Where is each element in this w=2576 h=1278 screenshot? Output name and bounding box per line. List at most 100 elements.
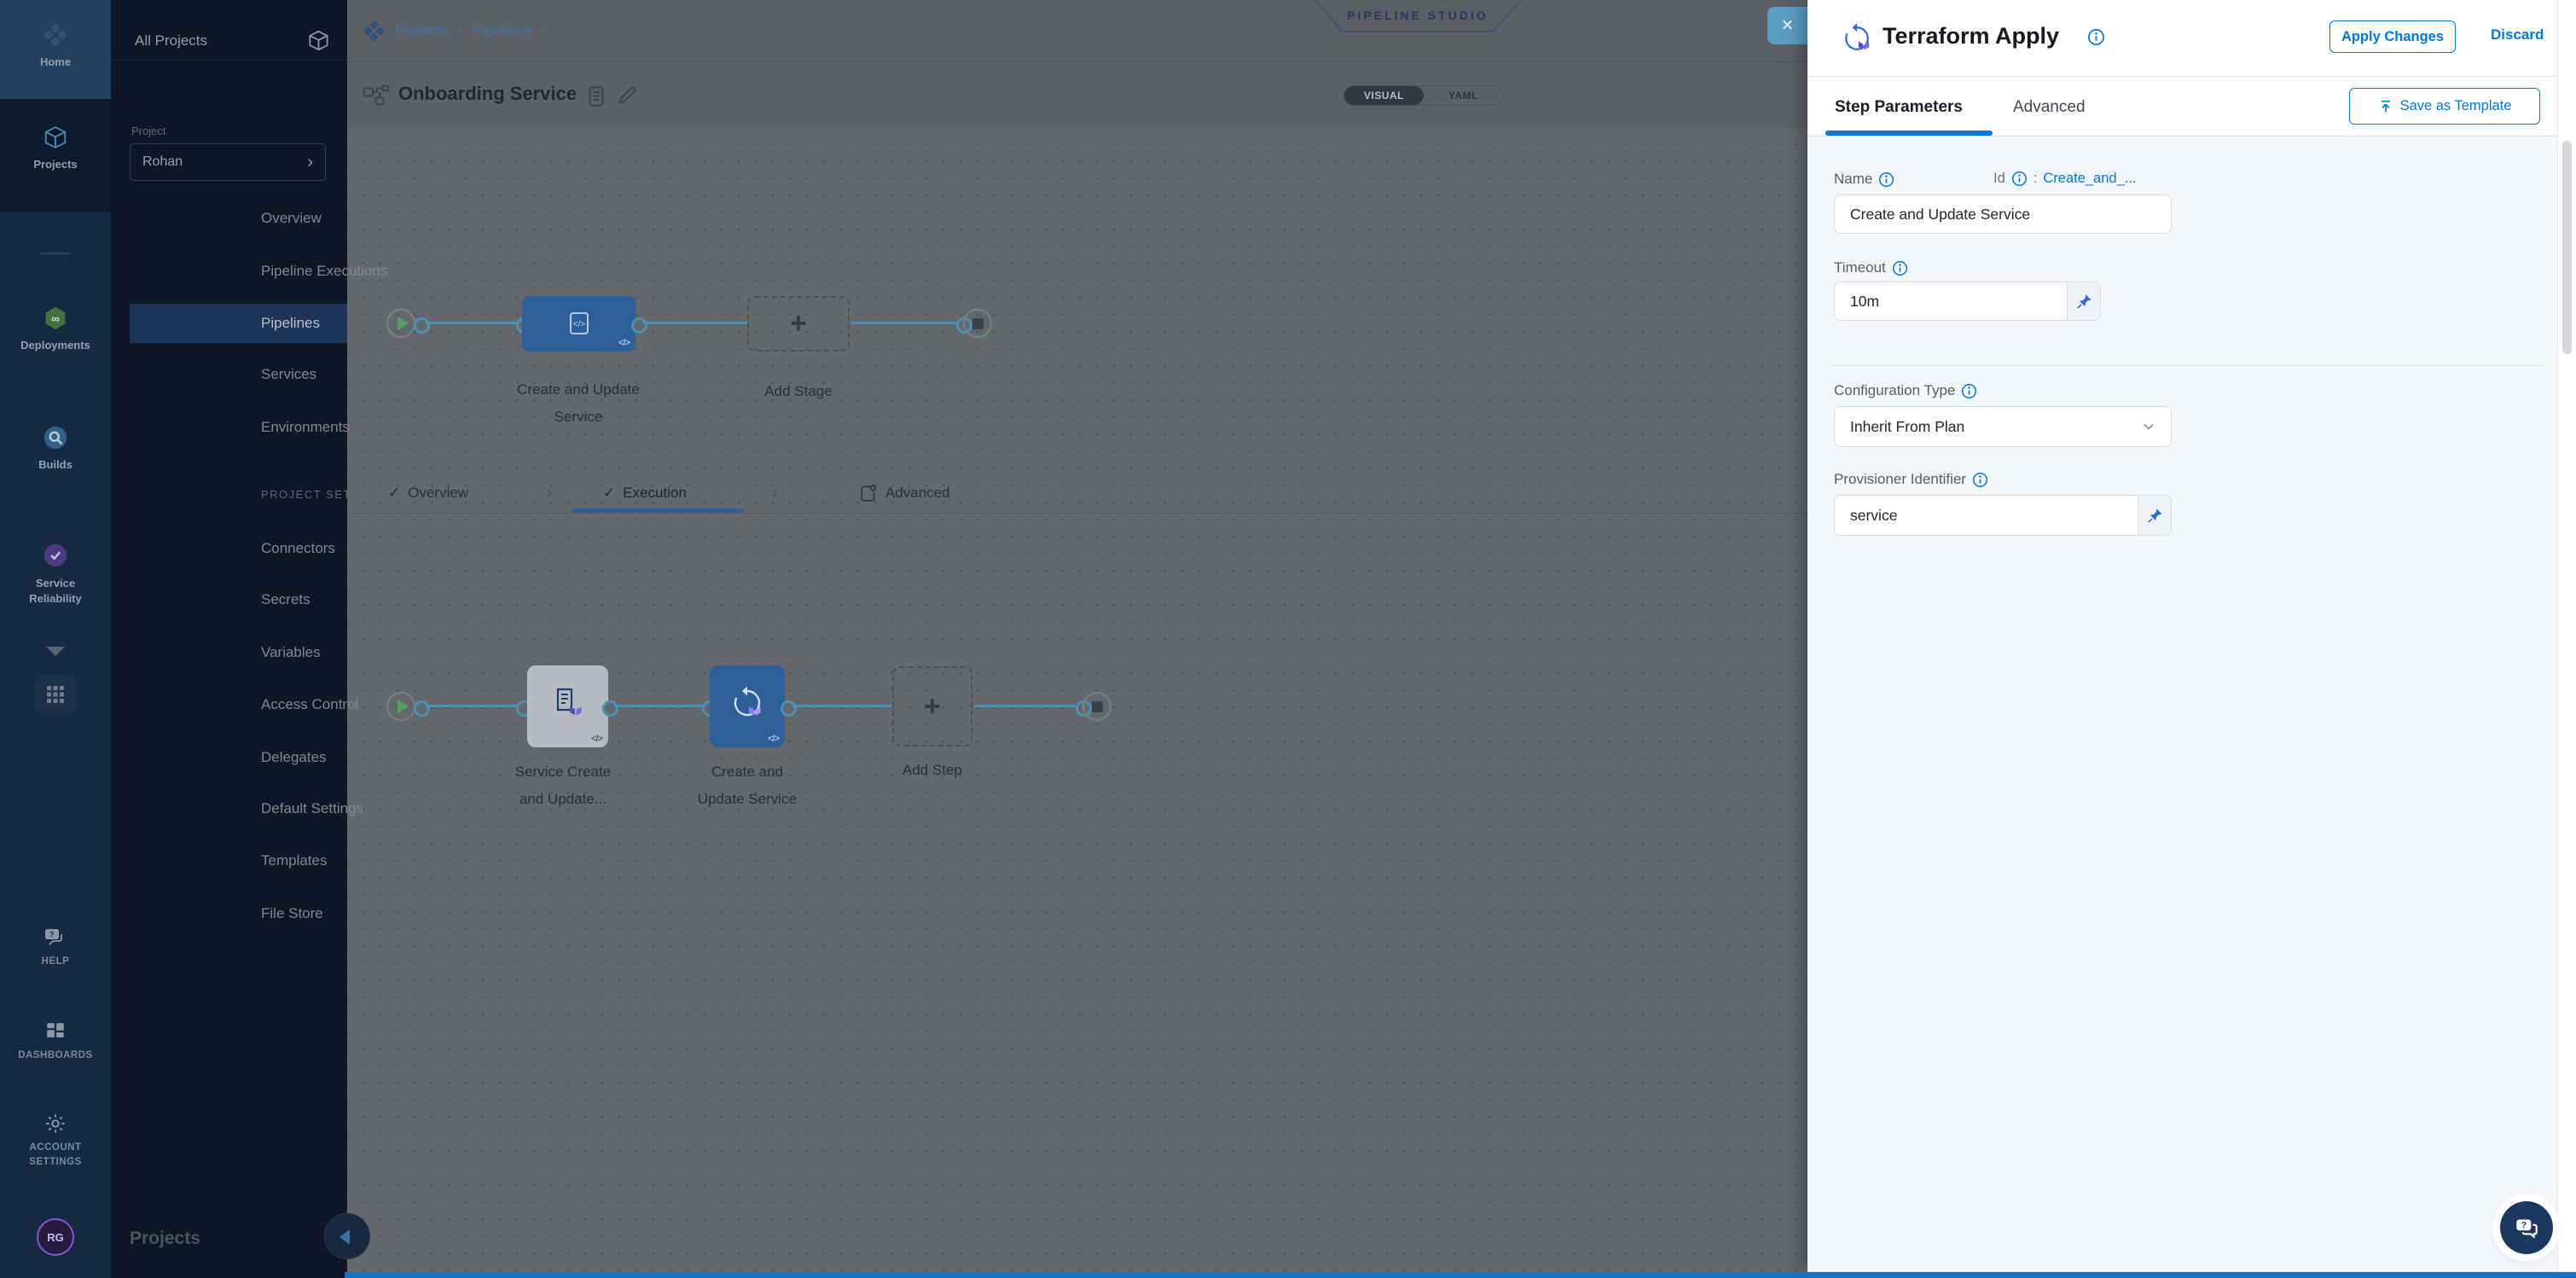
info-icon[interactable] [1878,171,1894,188]
connector-line [974,705,1076,707]
pipeline-studio-badge-label: PIPELINE STUDIO [1347,9,1488,22]
gear-icon [44,1112,67,1135]
sidebar-item-delegates[interactable]: Delegates [261,749,327,766]
grid-icon [46,685,65,704]
timeout-input[interactable] [1835,282,2067,320]
active-tab-underline [571,508,744,513]
sidebar-item-deployments[interactable]: ∞ Deployments [0,305,111,351]
sidebar-item-services[interactable]: Services [261,366,316,383]
help-chat-icon: ? [44,927,67,949]
step-id-value[interactable]: Create_and_... [2043,171,2136,187]
timeout-field-label: Timeout [1834,259,1908,276]
info-icon[interactable] [2087,28,2105,46]
sidebar-item-pipeline-executions[interactable]: Pipeline Executions [261,263,387,280]
pin-icon [2147,508,2163,524]
provisioner-field [1834,495,2172,536]
tab-execution[interactable]: ✓ Execution [603,473,687,513]
drawer-header: Terraform Apply Apply Changes Discard [1807,0,2576,77]
sidebar-collapse-handle[interactable] [324,1213,370,1259]
add-step-button[interactable]: + [892,666,972,746]
step-id-row: Id : Create_and_... [1993,171,2137,187]
sidebar-item-service-reliability[interactable]: Service Reliability [0,543,111,606]
sidebar-item-home[interactable]: Home [0,22,111,68]
stage-node-label: Create and Update Service [510,376,647,431]
connector-line [426,322,522,324]
project-label: Project [131,125,165,137]
add-stage-button[interactable]: + [747,296,850,351]
all-projects-link[interactable]: All Projects [135,32,207,49]
sidebar-item-account-settings[interactable]: ACCOUNT SETTINGS [0,1112,111,1171]
sidebar-item-environments[interactable]: Environments [261,419,350,436]
rail-builds-label: Builds [38,458,73,471]
avatar[interactable]: RG [37,1218,74,1256]
step-node-terraform-apply[interactable]: </> [710,665,785,747]
discard-button[interactable]: Discard [2491,26,2544,44]
execution-end-node[interactable] [1082,692,1111,721]
info-icon[interactable] [2011,171,2028,187]
pipeline-start-node[interactable] [386,309,415,338]
close-drawer-button[interactable]: × [1767,7,1807,44]
runtime-input-pin-button[interactable] [2138,496,2171,535]
nav-rail: Home Projects ∞ Deployments Builds [0,0,111,1278]
dashboards-icon [44,1020,67,1043]
plus-icon: + [924,690,941,723]
sidebar-item-default-settings[interactable]: Default Settings [261,800,363,817]
project-box-icon[interactable] [307,29,330,52]
apply-changes-button[interactable]: Apply Changes [2329,20,2456,53]
toggle-yaml[interactable]: YAML [1424,86,1503,105]
execution-start-node[interactable] [386,692,415,721]
collapse-arrow-icon [339,1229,350,1245]
link-ring [414,700,430,717]
runtime-input-pin-button[interactable] [2067,282,2100,320]
rail-deployments-label: Deployments [20,339,90,351]
notes-icon[interactable] [588,85,605,107]
sidebar-item-connectors[interactable]: Connectors [261,540,335,557]
connector-line [792,705,892,707]
edit-pencil-icon[interactable] [617,85,637,106]
provisioner-input[interactable] [1835,496,2138,535]
tab-overview-label: Overview [408,485,468,502]
toggle-visual[interactable]: VISUAL [1344,86,1424,105]
svg-text:?: ? [49,931,55,939]
sidebar-item-file-store[interactable]: File Store [261,905,323,922]
yaml-badge: </> [768,734,779,744]
stage-tab-strip: ✓ Overview › ✓ Execution › Advanced [347,473,1807,514]
breadcrumb-projects-link[interactable]: Projects [395,22,447,39]
tab-advanced[interactable]: Advanced [2013,98,2086,117]
module-grid-button[interactable] [35,674,76,715]
connector-line [643,322,747,324]
pipeline-end-node[interactable] [963,309,992,338]
breadcrumb-pipelines-link[interactable]: Pipelines [473,22,531,39]
project-setup-heading: PROJECT SETUP [261,488,369,501]
sidebar-item-pipelines[interactable]: Pipelines [261,315,320,332]
tab-step-parameters[interactable]: Step Parameters [1835,98,1963,117]
chevron-down-icon[interactable] [46,647,65,656]
chevron-right-icon: › [542,22,547,39]
sidebar-item-help[interactable]: ? HELP [0,927,111,969]
sidebar-item-access-control[interactable]: Access Control [261,696,358,713]
sidebar-item-builds[interactable]: Builds [0,425,111,471]
sidebar-item-projects[interactable]: Projects [0,125,111,171]
save-as-template-button[interactable]: Save as Template [2349,88,2540,125]
name-input[interactable] [1834,195,2172,234]
sidebar-item-pipelines-highlight[interactable]: Pipelines [130,304,347,343]
info-icon[interactable] [1972,472,1988,488]
tab-overview[interactable]: ✓ Overview [388,473,468,513]
step-node-terraform-plan[interactable]: </> [527,665,608,747]
sidebar-item-dashboards[interactable]: DASHBOARDS [0,1020,111,1063]
project-selector[interactable]: Rohan › [130,143,326,181]
sidebar-item-secrets[interactable]: Secrets [261,591,310,608]
scrollbar-track[interactable] [2557,0,2576,1272]
info-icon[interactable] [1892,260,1908,276]
stage-node-create-and-update-service[interactable]: </> </> [522,296,635,351]
check-icon: ✓ [388,485,400,502]
tab-advanced[interactable]: Advanced [859,473,950,513]
sidebar-item-overview[interactable]: Overview [261,210,322,227]
info-icon[interactable] [1961,383,1977,399]
sidebar-item-variables[interactable]: Variables [261,644,321,661]
scrollbar-thumb[interactable] [2562,141,2572,354]
config-type-select[interactable]: Inherit From Plan [1834,406,2172,447]
help-chat-fab[interactable]: ? [2500,1201,2553,1254]
terraform-apply-icon [1840,21,1874,55]
sidebar-item-templates[interactable]: Templates [261,852,327,869]
